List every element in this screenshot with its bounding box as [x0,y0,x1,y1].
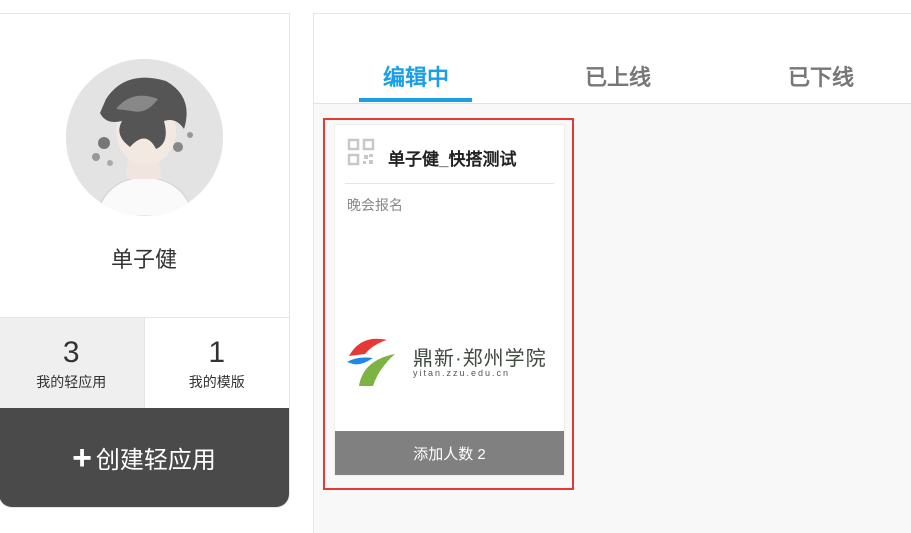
stats-row: 3 我的轻应用 1 我的模版 [0,317,289,409]
stat-number: 3 [62,336,80,369]
tab-bar: 编辑中 已上线 已下线 [314,14,911,104]
logo-mark-icon [347,338,395,386]
tab-editing[interactable]: 编辑中 [383,60,449,92]
tab-offline[interactable]: 已下线 [788,60,854,92]
stat-label: 我的模版 [188,374,245,390]
plus-icon: + [72,438,92,477]
logo-url: yitan.zzu.edu.cn [413,368,511,378]
app-card[interactable]: 单子健_快搭测试 晚会报名 鼎新·郑州学院 yitan.zzu.edu.cn 添… [334,124,565,476]
card-divider [345,183,554,184]
create-app-label: 创建轻应用 [95,447,216,474]
qrcode-icon[interactable] [347,138,375,166]
card-title: 单子健_快搭测试 [388,150,517,169]
avatar[interactable] [66,59,223,216]
avatar-image [66,59,223,216]
card-description: 晚会报名 [347,197,403,213]
create-app-button[interactable]: + 创建轻应用 [0,408,289,507]
username: 单子健 [110,247,177,272]
stat-my-apps[interactable]: 3 我的轻应用 [0,318,144,409]
tab-online[interactable]: 已上线 [585,60,651,92]
active-tab-indicator [359,98,472,102]
stat-number: 1 [208,336,226,369]
card-header: 单子健_快搭测试 [335,125,564,183]
member-count-button[interactable]: 添加人数 2 [335,431,564,475]
logo-name: 鼎新·郑州学院 [413,348,547,370]
stat-label: 我的轻应用 [36,374,107,390]
stat-my-templates[interactable]: 1 我的模版 [143,318,290,409]
profile-panel: 单子健 3 我的轻应用 1 我的模版 + 创建轻应用 [0,13,290,508]
app-logo: 鼎新·郑州学院 yitan.zzu.edu.cn [343,330,557,390]
